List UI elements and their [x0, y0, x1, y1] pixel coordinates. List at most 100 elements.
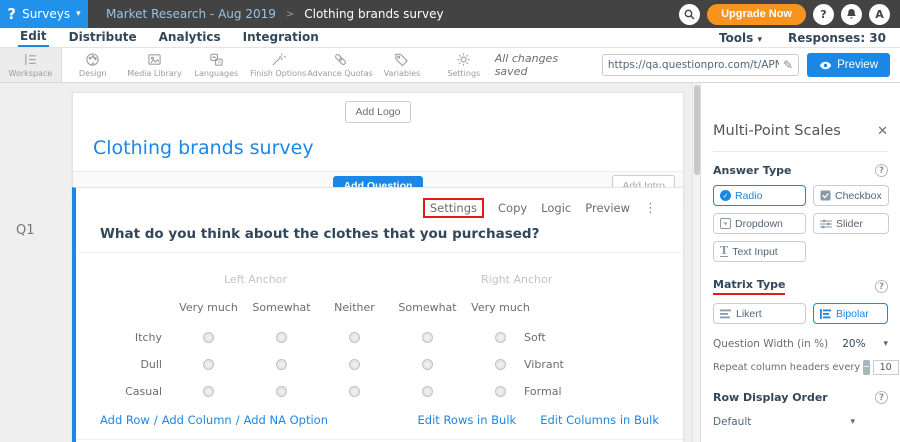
radio-button[interactable] [495, 332, 506, 343]
radio-button[interactable] [349, 332, 360, 343]
edit-columns-bulk-link[interactable]: Edit Columns in Bulk [540, 413, 659, 427]
radio-button[interactable] [203, 386, 214, 397]
tab-analytics[interactable]: Analytics [157, 29, 223, 46]
toolbar-workspace[interactable]: Workspace [0, 48, 62, 82]
checkbox-icon [820, 190, 831, 201]
question-copy-link[interactable]: Copy [498, 201, 527, 215]
tab-integration[interactable]: Integration [241, 29, 321, 46]
radio-button[interactable] [349, 359, 360, 370]
question-width-row: Question Width (in %) 20% ▾ [713, 338, 888, 350]
radio-button[interactable] [422, 332, 433, 343]
add-column-link[interactable]: Add Column [162, 413, 232, 427]
tag-icon [393, 52, 410, 67]
column-header: Very much [464, 295, 537, 324]
breadcrumb-folder[interactable]: Market Research - Aug 2019 [106, 7, 276, 21]
search-icon[interactable] [679, 4, 700, 25]
radio-button[interactable] [422, 386, 433, 397]
column-header: Somewhat [391, 295, 464, 324]
slash-separator: / [154, 413, 158, 427]
caret-down-icon: ▾ [850, 417, 855, 427]
nav-right: Tools ▾ Responses: 30 [719, 31, 900, 45]
radio-check-icon: ✓ [720, 190, 731, 201]
add-logo-button[interactable]: Add Logo [345, 101, 412, 123]
question-logic-link[interactable]: Logic [541, 201, 571, 215]
gear-icon [455, 52, 472, 67]
toolbar-variables[interactable]: Variables [371, 48, 433, 82]
breadcrumb: Market Research - Aug 2019 > Clothing br… [88, 7, 444, 21]
toolbar-languages[interactable]: A Languages [185, 48, 247, 82]
toolbar-media-library[interactable]: Media Library [124, 48, 186, 82]
magic-wand-icon [270, 52, 287, 67]
question-settings-link[interactable]: Settings [423, 198, 484, 218]
dropdown-icon [720, 218, 731, 229]
matrix-type-bipolar[interactable]: Bipolar [813, 303, 888, 324]
caret-down-icon[interactable]: ▾ [883, 339, 888, 349]
row-left-label: Dull [76, 351, 172, 378]
tools-dropdown[interactable]: Tools ▾ [719, 31, 762, 45]
radio-button[interactable] [203, 359, 214, 370]
preview-button[interactable]: Preview [807, 53, 890, 77]
upgrade-now-button[interactable]: Upgrade Now [707, 4, 806, 25]
bulk-edit-links: Edit Rows in Bulk Edit Columns in Bulk [418, 413, 659, 427]
edit-pencil-icon[interactable]: ✎ [783, 58, 793, 72]
tab-edit[interactable]: Edit [18, 28, 49, 47]
radio-button[interactable] [422, 359, 433, 370]
radio-button[interactable] [276, 386, 287, 397]
row-display-order-select[interactable]: Default ▾ [713, 416, 855, 428]
answer-type-checkbox[interactable]: Checkbox [813, 185, 889, 206]
survey-title[interactable]: Clothing brands survey [73, 123, 683, 171]
kebab-menu-icon[interactable]: ⋮ [644, 201, 657, 216]
radio-button[interactable] [495, 359, 506, 370]
row-right-label: Vibrant [524, 358, 564, 371]
answer-type-label: Answer Type [713, 164, 791, 177]
radio-button[interactable] [349, 386, 360, 397]
help-icon[interactable]: ? [875, 280, 888, 293]
toolbar-design[interactable]: Design [62, 48, 124, 82]
question-preview-link[interactable]: Preview [585, 201, 630, 215]
help-icon[interactable]: ? [875, 391, 888, 404]
edit-rows-bulk-link[interactable]: Edit Rows in Bulk [418, 413, 517, 427]
help-icon[interactable]: ? [813, 4, 834, 25]
module-nav: Edit Distribute Analytics Integration To… [0, 28, 900, 48]
survey-url-input[interactable] [608, 59, 779, 71]
radio-button[interactable] [495, 386, 506, 397]
close-icon[interactable]: ✕ [877, 124, 888, 139]
answer-type-dropdown[interactable]: Dropdown [713, 213, 806, 234]
slash-separator: / [236, 413, 240, 427]
add-na-option-link[interactable]: Add NA Option [244, 413, 328, 427]
help-icon[interactable]: ? [875, 164, 888, 177]
row-display-order-value: Default [713, 416, 751, 428]
breadcrumb-survey: Clothing brands survey [304, 7, 443, 21]
question-width-value[interactable]: 20% [842, 338, 865, 350]
matrix-edit-links: Add Row / Add Column / Add NA Option Edit Ro… [76, 405, 683, 427]
radio-button[interactable] [203, 332, 214, 343]
notifications-bell-icon[interactable] [841, 4, 862, 25]
palette-icon [84, 52, 101, 67]
avatar[interactable]: A [869, 4, 890, 25]
text-input-icon: T [720, 246, 728, 257]
toolbar-advance-quotas[interactable]: Advance Quotas [309, 48, 371, 82]
surveys-menu[interactable]: ? Surveys ▾ [0, 0, 88, 28]
answer-type-text-input[interactable]: T Text Input [713, 241, 806, 262]
radio-button[interactable] [276, 332, 287, 343]
tab-distribute[interactable]: Distribute [67, 29, 139, 46]
add-row-link[interactable]: Add Row [100, 413, 150, 427]
column-header: Neither [318, 295, 391, 324]
translate-icon: A [208, 52, 225, 67]
matrix-type-likert[interactable]: Likert [713, 303, 806, 324]
question-text[interactable]: What do you think about the clothes that… [76, 218, 683, 252]
radio-button[interactable] [276, 359, 287, 370]
row-right-label: Formal [524, 385, 562, 398]
repeat-headers-input[interactable] [873, 360, 899, 375]
bipolar-icon [820, 309, 832, 319]
question-menu: Settings Copy Logic Preview ⋮ [76, 188, 683, 218]
toolbar-finish-options[interactable]: Finish Options [247, 48, 309, 82]
answer-type-slider[interactable]: Slider [813, 213, 889, 234]
stepper-minus-button[interactable]: − [863, 360, 869, 375]
responses-count[interactable]: Responses: 30 [788, 31, 886, 45]
breadcrumb-separator-icon: > [286, 9, 294, 20]
workspace-icon [22, 52, 39, 67]
eye-icon [819, 61, 832, 70]
answer-type-radio[interactable]: ✓ Radio [713, 185, 806, 206]
toolbar-settings[interactable]: Settings [433, 48, 495, 82]
